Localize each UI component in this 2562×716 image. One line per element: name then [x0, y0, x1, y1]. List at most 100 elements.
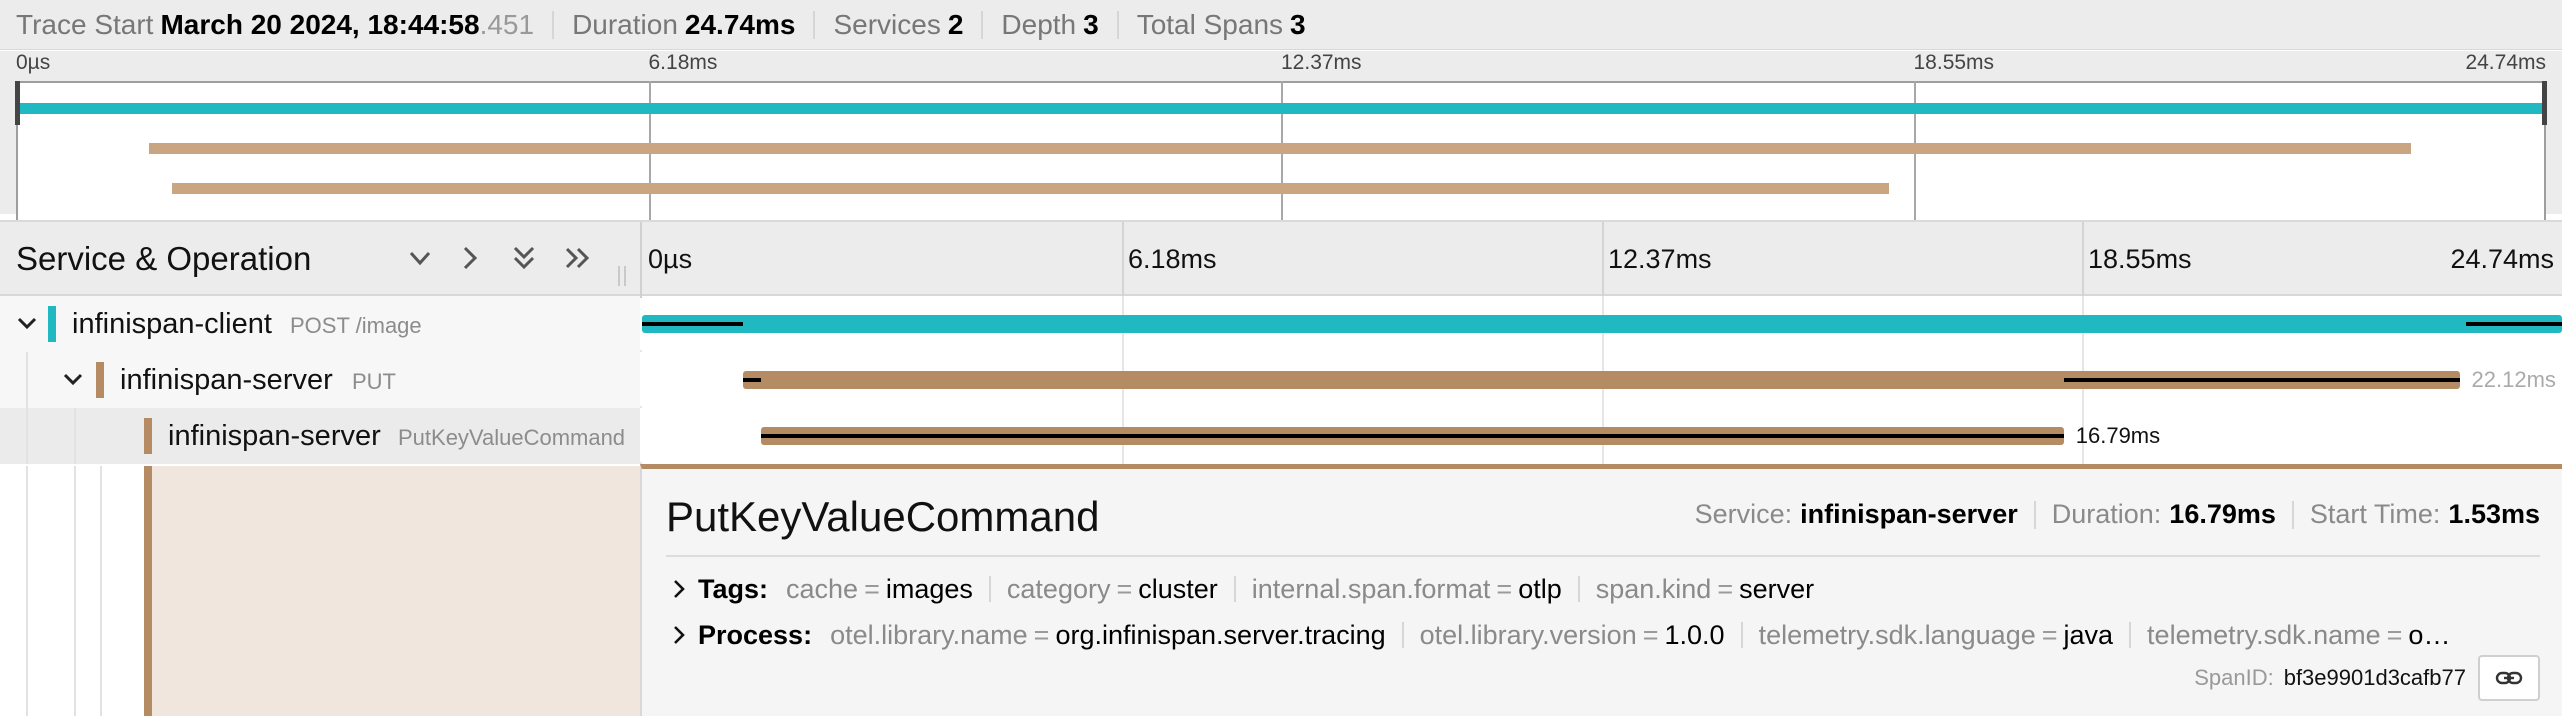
trace-total-spans: Total Spans 3	[1137, 9, 1306, 41]
minimap-range-handle[interactable]	[15, 81, 20, 125]
span-bar-cell[interactable]	[642, 296, 2562, 352]
process-key: telemetry.sdk.language	[1758, 619, 2036, 650]
critical-path-segment	[2063, 378, 2460, 382]
tag-value: server	[1739, 573, 1815, 604]
span-row[interactable]: infinispan-server PUT 22.12ms	[0, 352, 2562, 408]
span-toggle[interactable]	[12, 308, 42, 338]
process-item: telemetry.sdk.name = o…	[2147, 619, 2451, 650]
process-key: otel.library.version	[1419, 619, 1637, 650]
span-name-cell[interactable]: infinispan-server PutKeyValueCommand	[0, 408, 640, 464]
detail-service-value: infinispan-server	[1800, 499, 2018, 529]
span-id-value: bf3e9901d3cafb77	[2283, 665, 2466, 690]
span-detail-pane: PutKeyValueCommand Service: infinispan-s…	[640, 464, 2562, 716]
process-expand-toggle[interactable]	[666, 622, 692, 648]
trace-start-label: Trace Start	[16, 8, 154, 40]
tag-value: otlp	[1518, 573, 1562, 604]
trace-minimap[interactable]: 0µs 6.18ms 12.37ms 18.55ms 24.74ms	[0, 51, 2562, 253]
trace-start-ms: .451	[479, 8, 535, 40]
tree-indent-guide	[26, 408, 28, 464]
span-row-selected[interactable]: infinispan-server PutKeyValueCommand 16.…	[0, 408, 2562, 464]
service-color-marker	[144, 418, 152, 454]
tree-indent-guide	[100, 466, 102, 716]
tags-label[interactable]: Tags:	[698, 574, 768, 605]
span-operation-name: PutKeyValueCommand	[398, 425, 626, 450]
minimap-span-bar	[148, 143, 2411, 154]
span-row[interactable]: infinispan-client POST /image	[0, 296, 2562, 352]
minimap-tick: 18.55ms	[1913, 51, 1995, 74]
meta-divider	[2033, 500, 2036, 529]
service-color-marker	[48, 306, 56, 342]
tag-item: cache = images	[786, 573, 973, 604]
span-name-cell[interactable]: infinispan-server PUT	[0, 352, 640, 408]
trace-depth: Depth 3	[1001, 9, 1098, 41]
span-id-row: SpanID: bf3e9901d3cafb77	[2194, 655, 2540, 701]
minimap-tick: 24.74ms	[2465, 51, 2546, 74]
header-divider	[552, 10, 555, 39]
expand-all-button[interactable]	[560, 240, 596, 276]
minimap-tick: 6.18ms	[648, 51, 718, 74]
timeline-grid-line	[1602, 222, 1604, 298]
service-color-marker	[144, 466, 152, 716]
timeline-tick: 0µs	[648, 244, 693, 274]
process-value: java	[2063, 619, 2114, 650]
collapse-one-button[interactable]	[402, 240, 438, 276]
tag-item: span.kind = server	[1595, 573, 1815, 604]
trace-header: Trace Start March 20 2024, 18:44:58.451 …	[0, 0, 2562, 50]
expand-one-button[interactable]	[452, 240, 488, 276]
critical-path-segment	[642, 322, 743, 326]
header-divider	[813, 10, 816, 39]
span-id-label: SpanID:	[2194, 665, 2274, 690]
process-item: otel.library.version = 1.0.0	[1419, 619, 1725, 650]
tag-key: span.kind	[1595, 573, 1712, 604]
span-bar-cell[interactable]: 16.79ms	[642, 408, 2562, 464]
minimap-tick-labels: 0µs 6.18ms 12.37ms 18.55ms 24.74ms	[16, 51, 2546, 81]
copy-link-button[interactable]	[2478, 655, 2540, 701]
collapse-all-button[interactable]	[506, 240, 542, 276]
trace-duration: Duration 24.74ms	[572, 9, 795, 41]
timeline-grid-line	[1122, 222, 1124, 298]
process-row[interactable]: Process: otel.library.name = org.infinispa…	[666, 613, 2540, 657]
tags-expand-toggle[interactable]	[666, 576, 692, 602]
span-bar[interactable]	[642, 315, 2562, 333]
span-duration-label: 16.79ms	[2075, 423, 2161, 448]
process-value: org.infinispan.server.tracing	[1055, 619, 1386, 650]
trace-services: Services 2	[833, 9, 963, 41]
link-icon	[2495, 671, 2523, 685]
span-name-cell[interactable]: infinispan-client POST /image	[0, 296, 640, 352]
timeline-tick: 18.55ms	[2088, 244, 2192, 274]
depth-value: 3	[1083, 8, 1099, 40]
minimap-tick: 12.37ms	[1281, 51, 1362, 74]
process-key: telemetry.sdk.name	[2147, 619, 2381, 650]
timeline-tick: 12.37ms	[1608, 244, 1712, 274]
chevron-right-icon	[674, 626, 685, 644]
tags-row[interactable]: Tags: cache = images category = cluster inte…	[666, 567, 2540, 611]
minimap-span-bar	[16, 103, 2546, 114]
services-value: 2	[947, 8, 964, 40]
service-color-marker	[96, 362, 104, 398]
critical-path-segment	[2465, 322, 2562, 326]
timeline-tick: 6.18ms	[1128, 244, 1217, 274]
critical-path-segment	[742, 378, 761, 382]
column-resize-grip-icon[interactable]	[618, 266, 630, 286]
minimap-tick: 0µs	[16, 51, 51, 74]
minimap-range-handle[interactable]	[2542, 81, 2547, 125]
trace-start: Trace Start March 20 2024, 18:44:58.451	[16, 9, 534, 41]
detail-overview: Service: infinispan-server Duration: 16.…	[1695, 499, 2540, 530]
timeline-header: Service & Operation 0µs 6.18ms 12.37ms 1…	[0, 220, 2562, 298]
process-label[interactable]: Process:	[698, 620, 812, 651]
tree-indent-guide	[26, 466, 28, 716]
span-bar-cell[interactable]: 22.12ms	[642, 352, 2562, 408]
chevron-down-icon	[409, 251, 431, 266]
services-label: Services	[833, 8, 941, 40]
meta-divider	[2291, 500, 2294, 529]
span-toggle[interactable]	[58, 364, 88, 394]
detail-left-gutter	[0, 466, 640, 716]
service-operation-title: Service & Operation	[16, 240, 312, 277]
detail-operation-title: PutKeyValueCommand	[666, 493, 1100, 540]
tree-indent-guide	[74, 466, 76, 716]
critical-path-segment	[760, 434, 2064, 438]
tag-item: internal.span.format = otlp	[1251, 573, 1562, 604]
process-value: o…	[2408, 619, 2451, 650]
tree-indent-guide	[74, 408, 76, 464]
span-duration-label: 22.12ms	[2471, 367, 2556, 392]
